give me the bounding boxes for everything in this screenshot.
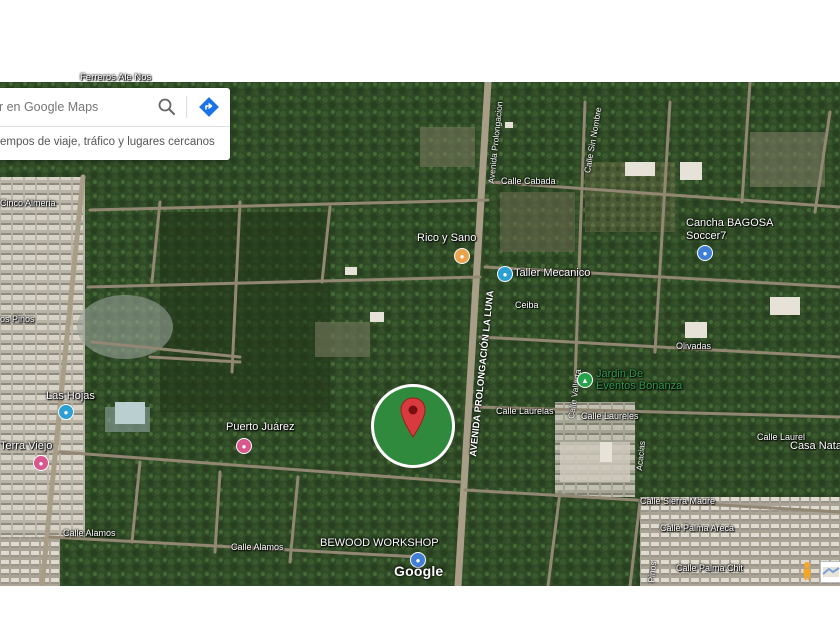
hotel-icon-puerto[interactable]: ● — [236, 438, 252, 454]
las-hojas-icon[interactable]: ● — [58, 404, 74, 420]
place-label-taller[interactable]: Taller Mecanico — [514, 267, 590, 279]
pegman-icon[interactable] — [797, 561, 817, 581]
street-label-calle-alamos-2: Calle Alamos — [231, 542, 284, 552]
soccer-icon[interactable]: ● — [697, 245, 713, 261]
street-label-cinco-almeria: Cinco Almeria — [0, 198, 56, 208]
street-label-palma-chit: Calle Palma Chit — [676, 563, 744, 573]
street-label-ceiba: Ceiba — [515, 300, 539, 310]
directions-icon[interactable] — [198, 96, 220, 118]
place-label-jardin-2[interactable]: Eventos Bonanza — [596, 380, 682, 392]
street-label-calle-cabada: Calle Cabada — [501, 176, 556, 186]
event-garden-icon[interactable]: ▲ — [577, 372, 593, 388]
street-label-palma-areca: Calle Palma Areca — [660, 523, 735, 533]
street-label-calle-laurelas: Calle Laurelas — [496, 406, 554, 416]
place-label-terra-viejo[interactable]: Terra Viejo — [0, 440, 52, 452]
street-label-calle-alamos-1: Calle Alamos — [63, 528, 116, 538]
place-label-las-hojas[interactable]: Las Hojas — [46, 390, 95, 402]
search-hint: empos de viaje, tráfico y lugares cercan… — [0, 136, 215, 148]
place-label-casa[interactable]: Casa Nata — [790, 440, 840, 452]
google-logo: Google — [394, 563, 444, 579]
street-label-calle-laureles: Calle Laureles — [581, 411, 639, 421]
street-label-olivadas: Olivadas — [676, 341, 712, 351]
place-label-rico-y-sano[interactable]: Rico y Sano — [417, 232, 476, 244]
search-input[interactable] — [0, 96, 150, 118]
search-icon[interactable] — [157, 97, 177, 117]
place-label-cancha-1[interactable]: Cancha BAGOSA — [686, 217, 773, 229]
place-label-bewood[interactable]: BEWOOD WORKSHOP — [320, 537, 439, 549]
street-label-sierra-madre: Calle Sierra Madre — [640, 496, 716, 506]
restaurant-icon[interactable]: ● — [454, 248, 470, 264]
place-label-cancha-2[interactable]: Soccer7 — [686, 230, 726, 242]
hotel-icon-terra[interactable]: ● — [33, 455, 49, 471]
location-pin-icon[interactable] — [399, 397, 427, 439]
street-label-ferreros: Ferreros Ale Nos — [80, 72, 152, 83]
search-card: empos de viaje, tráfico y lugares cercan… — [0, 88, 230, 160]
street-label-los-pinos: os Pinos — [0, 314, 35, 324]
place-label-puerto[interactable]: Puerto Juárez — [226, 421, 294, 433]
mechanic-icon[interactable]: ● — [497, 266, 513, 282]
map-layer-thumbnail-icon[interactable] — [820, 561, 840, 583]
search-row — [0, 88, 230, 127]
search-divider — [186, 96, 187, 118]
place-label-jardin-1[interactable]: Jardin De — [596, 368, 643, 380]
